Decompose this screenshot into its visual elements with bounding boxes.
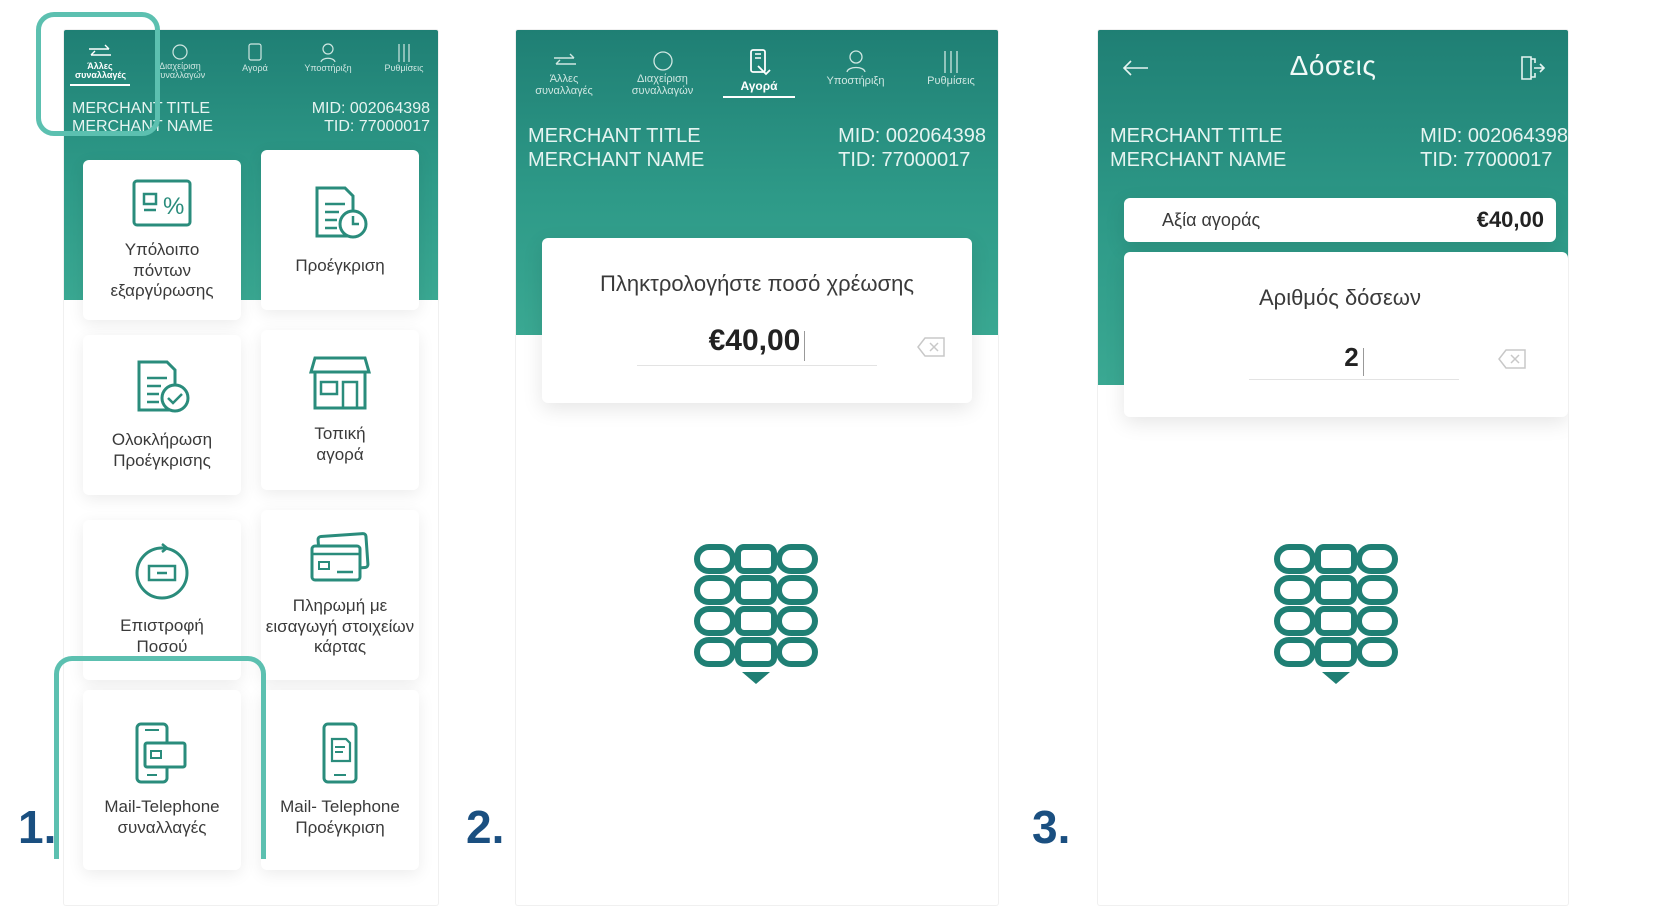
tile-preauthorization[interactable]: Προέγκριση [261, 150, 419, 310]
tab-label: Αγορά [740, 79, 778, 93]
tile-label: Ολοκλήρωση Προέγκρισης [111, 430, 213, 470]
tab-support[interactable]: Υποστήριξη [816, 48, 896, 98]
card-hand-icon [750, 49, 771, 76]
merchant-tid: TID: 77000017 [1420, 149, 1553, 171]
merchant-tid: TID: 77000017 [324, 118, 430, 135]
tile-label: Προέγκριση [295, 255, 385, 275]
text-cursor [804, 330, 806, 361]
tab-support[interactable]: Υποστήριξη [298, 42, 358, 86]
tab-manage[interactable]: Διαχείριση συναλλαγών [623, 48, 703, 98]
exit-door-icon[interactable] [1518, 55, 1546, 81]
merchant-title: MERCHANT TITLE [528, 125, 701, 147]
highlight-other-transactions [36, 12, 160, 136]
active-underline [723, 95, 795, 98]
amount-input[interactable]: €40,00 [637, 316, 877, 366]
screen-title: Δόσεις [1289, 50, 1377, 81]
clock-icon [172, 44, 188, 60]
installments-card: Αριθμός δόσεων 2 [1124, 252, 1568, 417]
installments-prompt: Αριθμός δόσεων [1259, 285, 1421, 310]
tab-settings[interactable]: Ρυθμίσεις [916, 48, 986, 98]
support-agent-icon [845, 50, 866, 73]
purchase-value-row: Αξία αγοράς €40,00 [1124, 198, 1556, 242]
text-cursor [1362, 347, 1364, 376]
backspace-icon[interactable] [1496, 347, 1528, 371]
merchant-name: MERCHANT NAME [1110, 149, 1287, 171]
tile-complete-preauth[interactable]: Ολοκλήρωση Προέγκρισης [83, 335, 241, 495]
amount-card: Πληκτρολογήστε ποσό χρέωσης €40,00 [542, 238, 972, 403]
purchase-value-amount: €40,00 [1476, 207, 1544, 232]
step-number-3: 3. [1032, 801, 1071, 853]
tab-label: Ρυθμίσεις [927, 75, 975, 87]
tile-label: Υπόλοιπο πόντων εξαργύρωσης [110, 239, 214, 301]
installments-value: 2 [1344, 342, 1359, 372]
tab-label: Διαχείριση συναλλαγών [154, 61, 206, 81]
tab-other-transactions[interactable]: Άλλες συναλλαγές [526, 48, 602, 98]
purchase-value-label: Αξία αγοράς [1162, 209, 1261, 230]
tile-mail-telephone-preauth[interactable]: Mail- Telephone Προέγκριση [261, 690, 419, 870]
screen-installments: Δόσεις MERCHANT TITLE MERCHANT NAME MID:… [1098, 30, 1568, 905]
arrows-icon [554, 53, 576, 65]
tab-label: Άλλες συναλλαγές [535, 73, 593, 97]
document-check-icon [137, 360, 190, 413]
step-number-2: 2. [466, 801, 505, 853]
tile-local-purchase[interactable]: Τοπική αγορά [261, 330, 419, 490]
support-agent-icon [320, 43, 336, 63]
tab-label: Ρυθμίσεις [384, 63, 424, 73]
highlight-mail-telephone [54, 656, 266, 859]
tile-label: Mail- Telephone Προέγκριση [280, 797, 400, 837]
percent-card-icon: % [132, 179, 192, 227]
backspace-icon[interactable] [915, 335, 947, 359]
card-hand-icon [248, 43, 262, 61]
amount-prompt: Πληκτρολογήστε ποσό χρέωσης [600, 271, 914, 296]
tab-purchase[interactable]: Αγορά [230, 42, 280, 86]
screen-amount-entry: Άλλες συναλλαγές Διαχείριση συναλλαγών Α… [516, 30, 998, 905]
svg-text:%: % [163, 193, 184, 220]
clock-icon [652, 51, 673, 71]
tab-label: Υποστήριξη [304, 63, 352, 73]
tab-purchase[interactable]: Αγορά [723, 48, 795, 98]
tab-label: Υποστήριξη [826, 75, 885, 87]
tab-label: Αγορά [242, 63, 268, 73]
tile-points-balance[interactable]: % Υπόλοιπο πόντων εξαργύρωσης [83, 160, 241, 320]
tile-manual-card-entry[interactable]: Πληρωμή με εισαγωγή στοιχείων κάρτας [261, 510, 419, 680]
tab-settings[interactable]: Ρυθμίσεις [376, 42, 432, 86]
tile-label: Τοπική αγορά [314, 424, 366, 464]
keypad-icon[interactable] [1272, 542, 1400, 692]
tile-label: Πληρωμή με εισαγωγή στοιχείων κάρτας [265, 595, 415, 657]
merchant-tid: TID: 77000017 [838, 149, 971, 171]
merchant-name: MERCHANT NAME [528, 149, 705, 171]
amount-value: €40,00 [708, 324, 801, 357]
phone-document-icon [322, 722, 358, 784]
merchant-info: MERCHANT TITLE MERCHANT NAME MID: 002064… [1110, 124, 1568, 172]
sliders-icon [398, 44, 410, 62]
tile-label: Επιστροφή Ποσού [120, 616, 204, 656]
merchant-mid: MID: 002064398 [838, 125, 986, 147]
keypad-icon[interactable] [692, 542, 820, 692]
merchant-info: MERCHANT TITLE MERCHANT NAME MID: 002064… [528, 124, 986, 172]
merchant-mid: MID: 002064398 [311, 100, 430, 117]
cards-icon [310, 531, 370, 582]
merchant-title: MERCHANT TITLE [1110, 125, 1283, 147]
step-number-1: 1. [18, 801, 57, 853]
store-icon [309, 356, 371, 410]
merchant-mid: MID: 002064398 [1420, 125, 1568, 147]
installments-input[interactable]: 2 [1249, 334, 1459, 380]
sliders-icon [944, 51, 958, 73]
nav-bar: Άλλες συναλλαγές Διαχείριση συναλλαγών Α… [526, 48, 986, 98]
document-clock-icon [315, 186, 368, 239]
tab-label: Διαχείριση συναλλαγών [631, 73, 694, 97]
refund-icon [135, 543, 189, 600]
